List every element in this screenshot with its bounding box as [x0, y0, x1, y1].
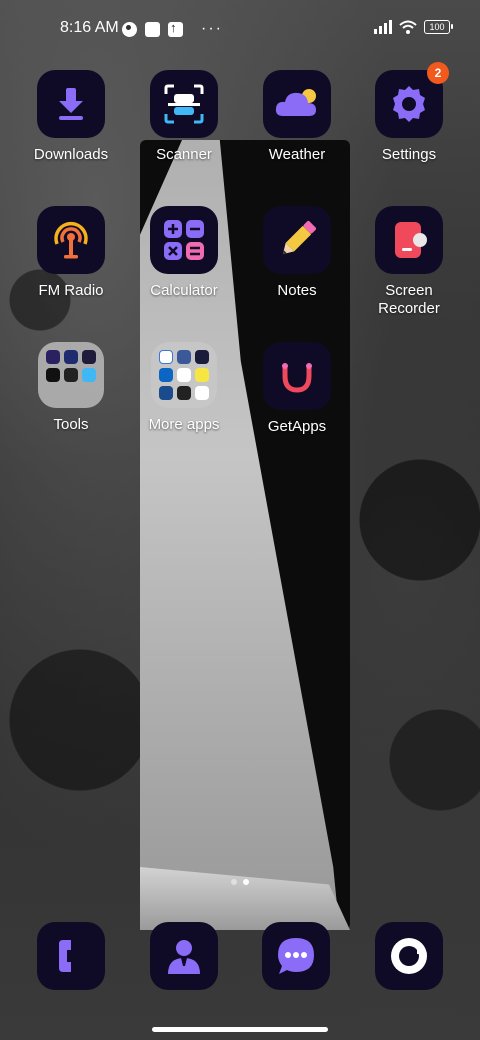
app-calculator[interactable]: Calculator [129, 206, 239, 300]
app-downloads[interactable]: Downloads [16, 70, 126, 164]
messages-icon [262, 922, 330, 990]
more-dots-icon: ··· [201, 20, 223, 37]
app-settings[interactable]: 2 Settings [354, 62, 464, 164]
gear-icon: 2 [375, 62, 449, 138]
folder-icon [38, 342, 104, 408]
page-indicator [0, 879, 480, 885]
upload-icon [168, 20, 183, 37]
app-label: Settings [381, 146, 437, 163]
app-label: Downloads [33, 146, 109, 163]
signal-icon [374, 20, 392, 34]
app-weather[interactable]: Weather [242, 70, 352, 164]
calculator-icon [150, 206, 218, 274]
weather-cloud-icon [263, 70, 331, 138]
notification-badge: 2 [427, 62, 449, 84]
getapps-icon [263, 342, 331, 410]
app-label: Scanner [156, 146, 212, 163]
app-scanner[interactable]: Scanner [129, 70, 239, 164]
dock-phone[interactable] [37, 922, 105, 990]
home-indicator[interactable] [152, 1027, 328, 1032]
folder-tools[interactable]: Tools [16, 342, 126, 434]
app-fm-radio[interactable]: FM Radio [16, 206, 126, 300]
app-label: Notes [277, 282, 317, 299]
page-dot [231, 879, 237, 885]
app-label: GetApps [267, 418, 327, 435]
square-icon [145, 21, 160, 37]
status-bar: 8:16 AM ··· 100 [0, 14, 480, 42]
app-label: Tools [53, 416, 89, 433]
folder-icon [151, 342, 217, 408]
page-dot-active [243, 879, 249, 885]
contacts-icon [150, 922, 218, 990]
status-time: 8:16 AM [60, 19, 119, 36]
wifi-icon [399, 20, 417, 34]
screen-recorder-icon [375, 206, 443, 274]
battery-icon: 100 [424, 20, 453, 34]
app-getapps[interactable]: GetApps [242, 342, 352, 436]
radio-icon [37, 206, 105, 274]
app-notes[interactable]: Notes [242, 206, 352, 300]
app-screen-recorder[interactable]: Screen Recorder [354, 206, 464, 318]
phone-icon [37, 922, 105, 990]
app-label: Weather [268, 146, 326, 163]
dock-contacts[interactable] [150, 922, 218, 990]
download-icon [37, 70, 105, 138]
dock-camera[interactable] [375, 922, 443, 990]
pencil-icon [263, 206, 331, 274]
app-label: FM Radio [38, 282, 104, 299]
dock-messages[interactable] [262, 922, 330, 990]
camera-icon [375, 922, 443, 990]
notification-circle-icon [122, 21, 137, 37]
app-label: Calculator [150, 282, 218, 299]
app-label: More apps [148, 416, 220, 433]
app-label: Screen Recorder [378, 282, 440, 317]
folder-more-apps[interactable]: More apps [129, 342, 239, 434]
scanner-icon [150, 70, 218, 138]
